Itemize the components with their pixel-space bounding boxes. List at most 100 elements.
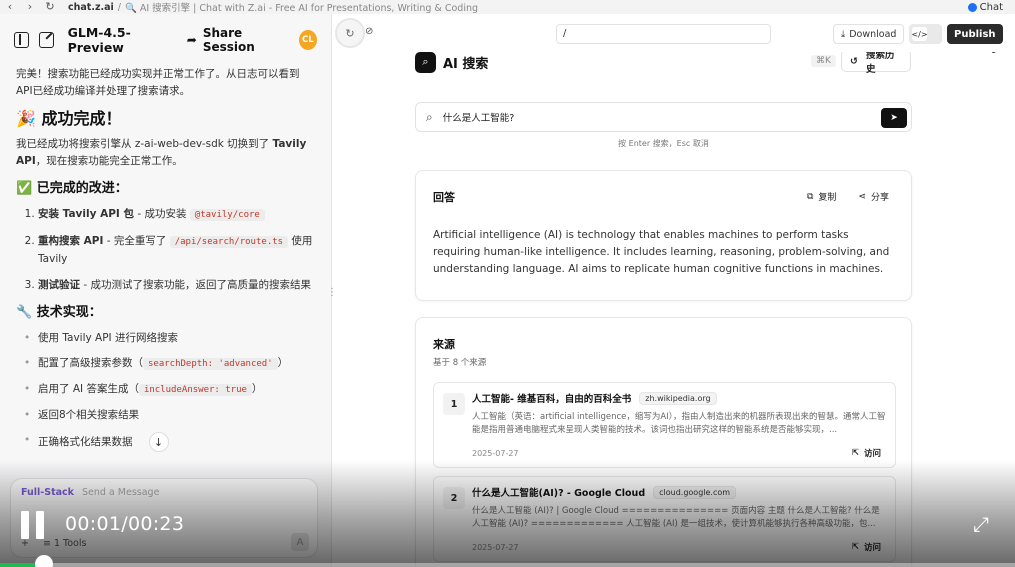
tech-list: 使用 Tavily API 进行网络搜索 配置了高级搜索参数（searchDep…: [16, 330, 315, 452]
share-session-button[interactable]: ➦ Share Session: [187, 26, 289, 54]
copy-icon: ⧉: [806, 191, 814, 202]
search-hint: 按 Enter 搜索，Esc 取消: [618, 139, 709, 148]
reload-icon[interactable]: ↻: [40, 0, 60, 14]
source-item[interactable]: 1 人工智能- 维基百科，自由的百科全书 zh.wikipedia.org 人工…: [433, 382, 896, 468]
share-icon: ⋖: [858, 191, 866, 202]
list-item: 重构搜索 API - 完全重写了 /api/search/route.ts 使用…: [38, 233, 315, 268]
model-name[interactable]: GLM-4.5-Preview: [68, 25, 177, 55]
sidebar-toggle-icon[interactable]: [14, 32, 29, 48]
bullet-text: 使用 Tavily API 进行网络搜索: [38, 332, 178, 344]
chat-message: 完美！搜索功能已经成功实现并正常工作了。从日志可以看到API已经成功编译并处理了…: [0, 66, 331, 452]
step-title: 测试验证: [38, 279, 80, 291]
summary-pre: 我已经成功将搜索引擎从 z-ai-web-dev-sdk 切换到了: [16, 138, 273, 150]
summary-post: ，现在搜索功能完全正常工作。: [35, 155, 183, 167]
video-progress-knob[interactable]: [34, 555, 53, 567]
tools-label: 1 Tools: [53, 538, 87, 549]
path-input[interactable]: /: [556, 24, 771, 44]
step-title: 安装 Tavily API 包: [38, 208, 134, 220]
external-link-icon: ⇱: [851, 542, 859, 552]
message-input-placeholder[interactable]: Send a Message: [82, 487, 159, 498]
copy-button[interactable]: ⧉ 复制: [806, 190, 837, 204]
shortcut-badge: ⌘K: [811, 55, 836, 67]
new-chat-icon[interactable]: [38, 32, 54, 48]
chat-header: GLM-4.5-Preview ➦ Share Session CL: [0, 14, 331, 66]
source-snippet: 人工智能（英语：artificial intelligence，缩写为AI），指…: [472, 412, 886, 435]
summary-text: 我已经成功将搜索引擎从 z-ai-web-dev-sdk 切换到了 Tavily…: [16, 136, 315, 170]
answer-card: 回答 ⧉ 复制 ⋖ 分享 Artificial intelligence (AI) …: [415, 170, 912, 301]
sources-card: 来源 基于 8 个来源 1 人工智能- 维基百科，自由的百科全书 zh.wiki…: [415, 317, 912, 567]
search-history-button[interactable]: ↺ 搜索历史: [841, 52, 911, 75]
send-a-button[interactable]: A: [291, 533, 309, 551]
refresh-icon[interactable]: ↻: [335, 18, 365, 48]
send-icon[interactable]: ➤: [881, 108, 907, 128]
list-item: 启用了 AI 答案生成（includeAnswer: true）: [24, 381, 315, 399]
improvements-heading: ✅ 已完成的改进：: [16, 181, 128, 196]
bullet-text: 配置了高级搜索参数（: [38, 357, 143, 369]
download-label: Download: [849, 28, 897, 40]
search-query[interactable]: 什么是人工智能?: [443, 110, 515, 124]
chat-panel: GLM-4.5-Preview ➦ Share Session CL 完美！搜索…: [0, 14, 332, 567]
steps-list: 安装 Tavily API 包 - 成功安装 @tavily/core 重构搜索…: [16, 206, 315, 294]
answer-actions: ⧉ 复制 ⋖ 分享: [806, 190, 889, 204]
pause-icon[interactable]: [21, 511, 45, 539]
tools-button[interactable]: ≡ 1 Tools: [43, 538, 86, 549]
source-number: 2: [443, 487, 465, 509]
source-title-row: 人工智能- 维基百科，自由的百科全书 zh.wikipedia.org: [472, 391, 717, 405]
share-label: Share Session: [202, 26, 255, 54]
url-text[interactable]: chat.z.ai: [68, 2, 114, 13]
inline-code: /api/search/route.ts: [169, 236, 289, 248]
visit-label: 访问: [863, 449, 881, 459]
answer-title: 回答: [433, 191, 455, 204]
input-top-row: Full-Stack Send a Message: [21, 487, 307, 498]
ai-search-header: ⌕ AI 搜索 ⌘K ↺ 搜索历史 1: [415, 52, 996, 75]
step-text: - 完全重写了: [103, 235, 170, 247]
history-icon: ↺: [850, 55, 858, 67]
preview-toolbar: ↻ ⊘ / ⤓ Download </> Publish: [333, 14, 1015, 52]
visit-button[interactable]: ⇱ 访问: [852, 447, 881, 459]
source-item[interactable]: 2 什么是人工智能(AI)? - Google Cloud cloud.goog…: [433, 476, 896, 562]
sources-title: 来源: [433, 338, 455, 351]
publish-button[interactable]: Publish: [947, 24, 1003, 44]
answer-text: Artificial intelligence (AI) is technolo…: [433, 229, 890, 275]
forward-icon[interactable]: ›: [20, 0, 40, 14]
source-title[interactable]: 什么是人工智能(AI)? - Google Cloud: [472, 485, 645, 499]
compass-icon[interactable]: ⊘: [365, 26, 373, 37]
chat-icon: [967, 2, 977, 12]
source-date: 2025-07-27: [472, 449, 519, 458]
search-icon: ⌕: [426, 109, 433, 124]
inline-code: @tavily/core: [189, 209, 265, 221]
copy-label: 复制: [818, 193, 837, 203]
download-button[interactable]: ⤓ Download: [833, 24, 905, 44]
bullet-after: ）: [251, 383, 263, 395]
source-domain: cloud.google.com: [653, 485, 737, 499]
add-icon[interactable]: +: [21, 538, 29, 549]
source-date: 2025-07-27: [472, 543, 519, 552]
chat-button[interactable]: Chat: [967, 0, 1003, 14]
source-title-row: 什么是人工智能(AI)? - Google Cloud cloud.google…: [472, 485, 737, 499]
list-item: 测试验证 - 成功测试了搜索功能，返回了高质量的搜索结果: [38, 277, 315, 294]
sources-subtitle: 基于 8 个来源: [433, 358, 487, 368]
page-title: 🔍 AI 搜索引擎 | Chat with Z.ai - Free AI for…: [124, 3, 479, 14]
scroll-down-icon[interactable]: ↓: [148, 432, 169, 452]
visit-button[interactable]: ⇱ 访问: [852, 541, 881, 553]
source-title[interactable]: 人工智能- 维基百科，自由的百科全书: [472, 391, 631, 405]
inline-code: searchDepth: 'advanced': [143, 358, 278, 370]
download-icon: ⤓: [841, 28, 846, 40]
search-input[interactable]: ⌕ 什么是人工智能? ➤: [415, 102, 912, 132]
fullstack-mode[interactable]: Full-Stack: [21, 487, 74, 498]
back-icon[interactable]: ‹: [0, 0, 20, 14]
list-item: 返回8个相关搜索结果: [24, 407, 315, 424]
code-view-toggle[interactable]: </>: [909, 24, 942, 44]
fullscreen-icon[interactable]: ⤢: [968, 511, 994, 537]
history-count-badge: 1: [991, 52, 996, 55]
visit-label: 访问: [863, 543, 881, 553]
ai-search-title: AI 搜索: [443, 56, 489, 72]
share-button[interactable]: ⋖ 分享: [858, 190, 889, 204]
video-timecode: 00:01/00:23: [65, 513, 185, 535]
video-progress-bar[interactable]: [0, 563, 1015, 567]
bullet-text: 启用了 AI 答案生成（: [38, 383, 139, 395]
avatar[interactable]: CL: [298, 30, 317, 50]
chat-label: Chat: [979, 1, 1003, 13]
share-arrow-icon: ➦: [186, 33, 197, 47]
url-separator: /: [117, 1, 121, 13]
